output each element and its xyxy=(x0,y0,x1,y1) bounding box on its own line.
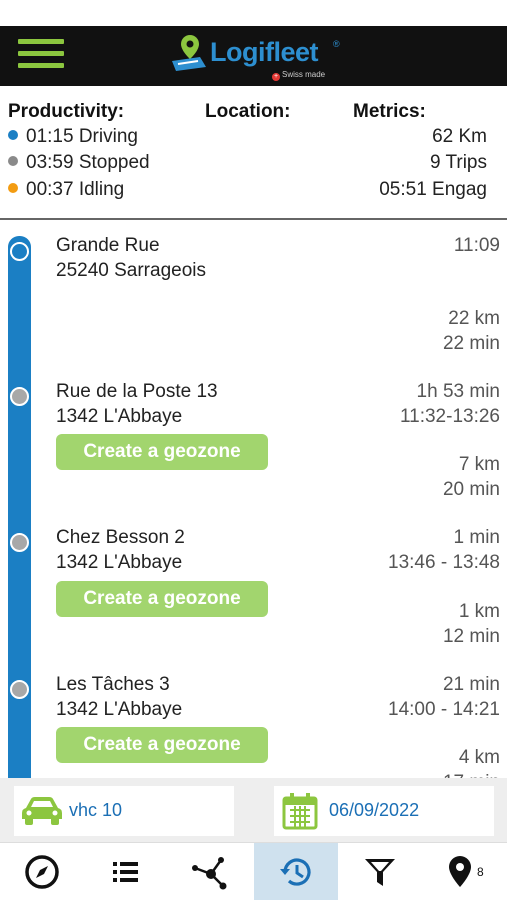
stop-address[interactable]: Chez Besson 2 1342 L'Abbaye xyxy=(56,525,185,575)
timeline-stop-marker xyxy=(10,242,29,261)
stop-duration-times: 1h 53 min 11:32-13:26 xyxy=(399,381,500,427)
trip-segment: 22 km 22 min xyxy=(442,308,500,354)
history-icon xyxy=(280,858,311,886)
stop-street: Rue de la Poste 13 xyxy=(56,381,218,402)
metric-distance: 62 Km xyxy=(432,126,487,147)
swiss-flag-icon: + xyxy=(272,73,280,81)
trip-segment: 1 km 12 min xyxy=(442,601,500,647)
idling-status-dot xyxy=(8,183,18,193)
stop-duration-times: 1 min 13:46 - 13:48 xyxy=(388,527,500,573)
nav-filter[interactable] xyxy=(338,843,422,900)
trip-segment: 7 km 20 min xyxy=(442,454,500,500)
list-icon xyxy=(113,862,138,882)
nav-history[interactable] xyxy=(254,843,338,900)
logo-wordmark: Logifleet xyxy=(210,37,319,67)
calendar-icon xyxy=(282,793,318,830)
stop-address[interactable]: Les Tâches 3 1342 L'Abbaye xyxy=(56,672,182,722)
timeline-stop-marker xyxy=(10,680,29,699)
route-network-icon xyxy=(192,857,227,890)
trip-timeline[interactable]: Grande Rue 25240 Sarrageois 11:09 22 km … xyxy=(0,222,507,778)
vehicle-selector[interactable]: vhc 10 xyxy=(14,786,234,836)
locations-count-badge: 8 xyxy=(477,865,484,879)
stop-time: 11:09 xyxy=(453,235,500,256)
productivity-heading: Productivity: xyxy=(8,101,125,122)
vehicle-name: vhc 10 xyxy=(69,800,123,820)
stop-street: Grande Rue xyxy=(56,235,160,256)
location-heading: Location: xyxy=(205,101,291,122)
stop-city: 1342 L'Abbaye xyxy=(56,406,183,427)
location-pin-icon xyxy=(449,856,471,887)
stopped-status-dot xyxy=(8,156,18,166)
stop-address[interactable]: Grande Rue 25240 Sarrageois xyxy=(56,233,206,283)
filter-bar: vhc 10 06/09/2022 xyxy=(0,778,507,842)
productivity-idling: 00:37 Idling xyxy=(8,179,124,201)
app-header: Logifleet ® + Swiss made xyxy=(0,26,507,86)
stop-street: Chez Besson 2 xyxy=(56,527,185,548)
car-icon xyxy=(22,797,62,825)
stop-city: 1342 L'Abbaye xyxy=(56,699,183,720)
create-geozone-button[interactable]: Create a geozone xyxy=(56,434,268,470)
productivity-driving: 01:15 Driving xyxy=(8,126,138,148)
compass-icon xyxy=(25,855,59,889)
daily-summary: Productivity: Location: Metrics: 01:15 D… xyxy=(0,86,507,220)
stop-city: 25240 Sarrageois xyxy=(56,260,206,281)
registered-mark: ® xyxy=(333,39,340,49)
date-selector[interactable]: 06/09/2022 xyxy=(274,786,494,836)
nav-routes[interactable] xyxy=(169,843,253,900)
logo-pin-icon xyxy=(172,35,206,71)
trip-segment: 4 km 17 min xyxy=(443,747,500,778)
nav-compass[interactable] xyxy=(0,843,84,900)
logifleet-logo: Logifleet ® + Swiss made xyxy=(166,31,346,83)
bottom-navigation: 8 xyxy=(0,842,507,900)
swiss-made-tagline: + Swiss made xyxy=(272,70,326,81)
selected-date: 06/09/2022 xyxy=(329,800,420,820)
stop-city: 1342 L'Abbaye xyxy=(56,552,183,573)
stop-street: Les Tâches 3 xyxy=(56,674,170,695)
driving-status-dot xyxy=(8,130,18,140)
create-geozone-button[interactable]: Create a geozone xyxy=(56,727,268,763)
metric-engaged: 05:51 Engag xyxy=(379,179,487,200)
productivity-stopped: 03:59 Stopped xyxy=(8,152,150,174)
hamburger-menu-icon[interactable] xyxy=(18,39,64,73)
metrics-heading: Metrics: xyxy=(353,101,426,122)
stop-address[interactable]: Rue de la Poste 13 1342 L'Abbaye xyxy=(56,379,218,429)
nav-locations[interactable]: 8 xyxy=(423,843,507,900)
filter-icon xyxy=(365,859,395,886)
timeline-stop-marker xyxy=(10,533,29,552)
timeline-stop-marker xyxy=(10,387,29,406)
stop-duration-times: 21 min 14:00 - 14:21 xyxy=(388,674,500,720)
status-bar xyxy=(0,0,507,26)
nav-list[interactable] xyxy=(84,843,168,900)
create-geozone-button[interactable]: Create a geozone xyxy=(56,581,268,617)
metric-trips: 9 Trips xyxy=(429,152,487,173)
